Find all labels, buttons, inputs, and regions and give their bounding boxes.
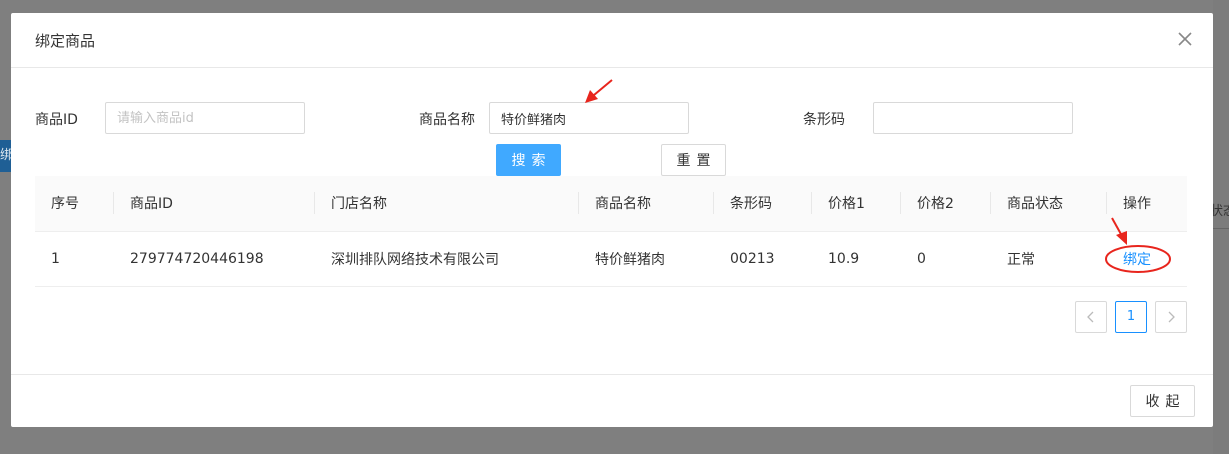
column-header: 门店名称 [315, 176, 579, 232]
pagination-page-current[interactable]: 1 [1115, 301, 1147, 333]
barcode-label: 条形码 [803, 112, 845, 128]
cell-barcode: 00213 [714, 231, 812, 287]
bind-product-dialog: 绑定商品 商品ID 商品名称 条形码 搜索 重置 序号 商品ID 门店名称 商品… [11, 13, 1213, 427]
pagination-prev-button[interactable] [1075, 301, 1107, 333]
barcode-input[interactable] [873, 102, 1073, 134]
table-header-row: 序号 商品ID 门店名称 商品名称 条形码 价格1 价格2 商品状态 操作 [35, 176, 1187, 232]
product-name-input[interactable] [489, 102, 689, 134]
chevron-right-icon [1168, 311, 1175, 323]
chevron-left-icon [1087, 311, 1094, 323]
dialog-footer: 收起 [11, 374, 1213, 427]
column-header: 商品ID [114, 176, 315, 232]
cell-price2: 0 [901, 231, 991, 287]
column-header: 商品状态 [991, 176, 1107, 232]
cell-store-name: 深圳排队网络技术有限公司 [315, 231, 579, 287]
search-form: 商品ID 商品名称 条形码 [11, 102, 1213, 134]
column-header: 序号 [35, 176, 114, 232]
dialog-header: 绑定商品 [11, 13, 1213, 68]
product-id-input[interactable] [105, 102, 305, 134]
column-header: 价格1 [812, 176, 901, 232]
column-header: 商品名称 [579, 176, 714, 232]
product-id-label: 商品ID [35, 112, 78, 128]
pagination-next-button[interactable] [1155, 301, 1187, 333]
table-row: 1 279774720446198 深圳排队网络技术有限公司 特价鲜猪肉 002… [35, 231, 1187, 287]
cell-price1: 10.9 [812, 231, 901, 287]
dialog-title: 绑定商品 [35, 32, 96, 50]
cell-status: 正常 [991, 231, 1107, 287]
product-name-label: 商品名称 [419, 112, 475, 128]
cell-action: 绑定 [1107, 231, 1187, 287]
background-divider [1213, 228, 1229, 229]
collapse-button[interactable]: 收起 [1130, 385, 1195, 417]
cell-index: 1 [35, 231, 114, 287]
column-header: 条形码 [714, 176, 812, 232]
column-header: 价格2 [901, 176, 991, 232]
bind-link[interactable]: 绑定 [1123, 249, 1151, 269]
column-header: 操作 [1107, 176, 1187, 232]
cell-product-name: 特价鲜猪肉 [579, 231, 714, 287]
close-icon[interactable] [1175, 29, 1195, 49]
background-right-strip [1213, 0, 1229, 454]
search-button[interactable]: 搜索 [496, 144, 561, 176]
product-table: 序号 商品ID 门店名称 商品名称 条形码 价格1 价格2 商品状态 操作 1 … [35, 176, 1187, 287]
cell-product-id: 279774720446198 [114, 231, 315, 287]
reset-button[interactable]: 重置 [661, 144, 726, 176]
